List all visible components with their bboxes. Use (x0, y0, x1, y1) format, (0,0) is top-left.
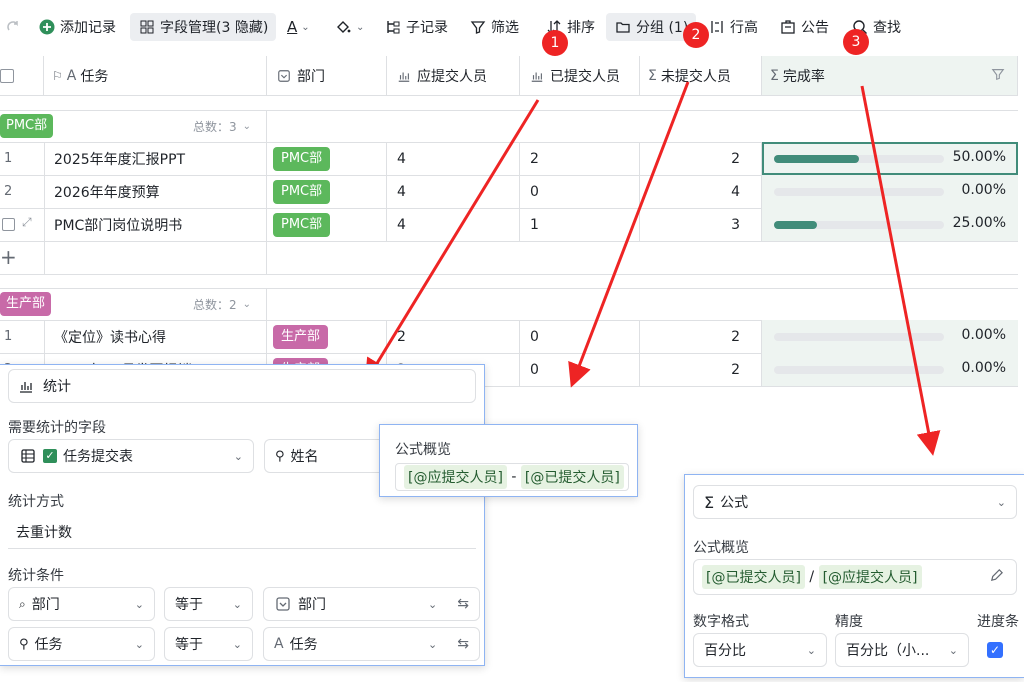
number-format-label: 数字格式 (693, 614, 749, 630)
formula-token: [@已提交人员] (520, 465, 624, 489)
stats-type-select[interactable]: 统计 (8, 369, 476, 403)
number-format-value: 百分比 (704, 643, 746, 659)
formula-config-panel-3: Σ 公式 ⌄ 公式概览 [@已提交人员] / [@应提交人员] 数字格式 精度 … (684, 474, 1024, 678)
arrow-1 (364, 99, 540, 384)
chevron-down-icon: ⌄ (948, 643, 958, 657)
formula-token: [@应提交人员] (404, 465, 507, 489)
stats-icon (17, 377, 35, 395)
lookup-icon: ⌕ (19, 596, 26, 611)
select-type-icon (274, 595, 292, 613)
condition-2-target-select[interactable]: A 任务 ⌄ ⇆ (263, 627, 480, 661)
arrow-3 (860, 85, 941, 456)
table-icon (19, 447, 37, 465)
chevron-down-icon: ⌄ (806, 643, 816, 657)
condition-target-value: 任务 (289, 637, 318, 653)
formula-type-value: 公式 (720, 495, 749, 511)
formula-token: [@应提交人员] (818, 565, 922, 589)
number-format-select[interactable]: 百分比 ⌄ (693, 633, 827, 667)
stats-method-label: 统计方式 (8, 494, 64, 510)
swap-icon[interactable]: ⇆ (457, 596, 469, 612)
swap-icon[interactable]: ⇆ (457, 636, 469, 652)
chevron-down-icon: ⌄ (134, 637, 144, 651)
progress-bar-checkbox[interactable]: ✓ (987, 642, 1003, 658)
condition-field-value: 部门 (31, 597, 60, 613)
sigma-icon: Σ (704, 492, 715, 512)
arrow-2 (568, 81, 690, 388)
chevron-down-icon: ⌄ (996, 495, 1006, 509)
stats-config-panel: 统计 需要统计的字段 ✓ 任务提交表 ⌄ ⚲ 姓名 统计方式 去重计数 统计条件… (0, 364, 485, 666)
link-icon: ⚲ (275, 448, 285, 464)
formula-operator: / (804, 569, 819, 585)
formula-preview-panel-2: 公式概览 [@应提交人员] - [@已提交人员] (379, 424, 638, 497)
condition-field-value: 任务 (34, 637, 63, 653)
condition-2-operator-select[interactable]: 等于 ⌄ (164, 627, 253, 661)
stats-condition-label: 统计条件 (8, 568, 64, 584)
stats-table-select[interactable]: ✓ 任务提交表 ⌄ (8, 439, 254, 473)
formula-preview-label: 公式概览 (693, 540, 749, 556)
formula-preview-box[interactable]: [@应提交人员] - [@已提交人员] (395, 463, 629, 491)
precision-value: 百分比（小... (846, 643, 930, 659)
chevron-down-icon: ⌄ (232, 597, 242, 611)
formula-operator: - (506, 469, 521, 485)
chevron-down-icon: ⌄ (233, 449, 243, 463)
formula-preview-label: 公式概览 (395, 442, 451, 458)
stats-method-select[interactable]: 去重计数 (8, 515, 476, 549)
precision-select[interactable]: 百分比（小... ⌄ (835, 633, 969, 667)
formula-preview-box[interactable]: [@已提交人员] / [@应提交人员] (693, 559, 1017, 595)
chevron-down-icon: ⌄ (134, 597, 144, 611)
text-type-icon: A (274, 636, 284, 652)
stats-field-label: 需要统计的字段 (8, 420, 106, 436)
condition-2-field-select[interactable]: ⚲ 任务 ⌄ (8, 627, 155, 661)
condition-1-field-select[interactable]: ⌕ 部门 ⌄ (8, 587, 155, 621)
condition-1-operator-select[interactable]: 等于 ⌄ (164, 587, 253, 621)
stats-table-value: 任务提交表 (63, 449, 133, 465)
chevron-down-icon: ⌄ (232, 637, 242, 651)
checkmark-icon: ✓ (43, 449, 57, 463)
condition-operator-value: 等于 (175, 637, 203, 653)
link-icon: ⚲ (19, 636, 29, 652)
formula-token: [@已提交人员] (702, 565, 805, 589)
edit-pencil-icon[interactable] (989, 568, 1004, 587)
condition-operator-value: 等于 (175, 597, 203, 613)
chevron-down-icon: ⌄ (428, 637, 438, 651)
condition-1-target-select[interactable]: 部门 ⌄ ⇆ (263, 587, 480, 621)
formula-type-select[interactable]: Σ 公式 ⌄ (693, 485, 1017, 519)
precision-label: 精度 (835, 614, 863, 630)
stats-method-value: 去重计数 (16, 524, 72, 541)
stats-field-select[interactable]: ⚲ 姓名 (264, 439, 384, 473)
progress-bar-label: 进度条 (977, 614, 1019, 630)
condition-target-value: 部门 (298, 597, 326, 613)
stats-field-value: 姓名 (290, 449, 319, 465)
stats-type-label: 统计 (43, 379, 71, 395)
chevron-down-icon: ⌄ (428, 597, 438, 611)
